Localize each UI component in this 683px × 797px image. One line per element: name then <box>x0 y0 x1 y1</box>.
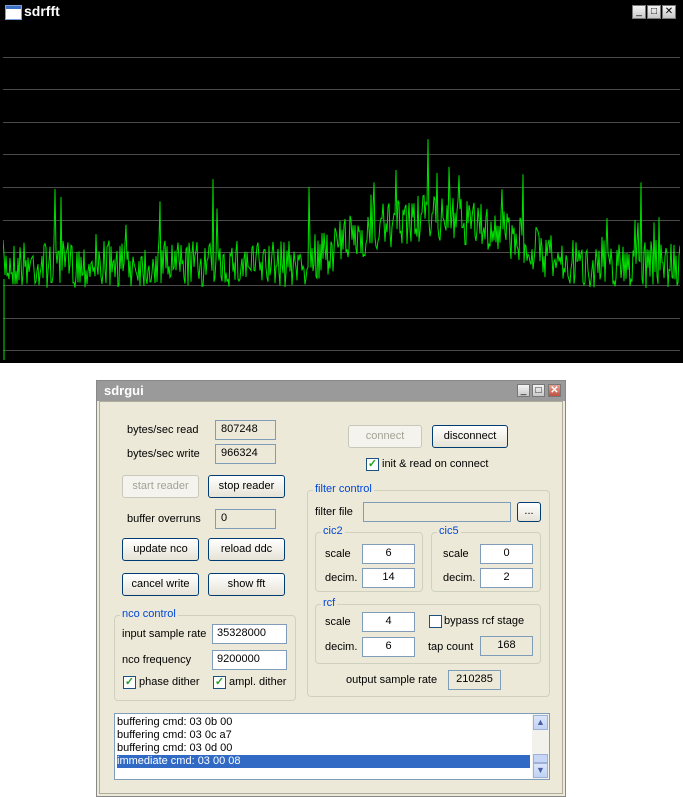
maximize-button[interactable]: □ <box>532 384 545 397</box>
output-sample-rate-label: output sample rate <box>346 674 438 686</box>
input-sample-rate-label: input sample rate <box>122 628 207 640</box>
filter-control-title: filter control <box>313 483 374 495</box>
tap-count-value: 168 <box>480 636 533 656</box>
log-line[interactable]: buffering cmd: 03 0b 00 <box>117 716 530 729</box>
cic2-decim-label: decim. <box>325 572 358 584</box>
cic5-title: cic5 <box>437 525 461 537</box>
rcf-scale-label: scale <box>325 616 351 628</box>
bytes-write-label: bytes/sec write <box>127 448 200 460</box>
cancel-write-button[interactable]: cancel write <box>122 573 199 596</box>
sdrgui-window-title: sdrgui <box>104 383 144 398</box>
buffer-overruns-value: 0 <box>215 509 276 529</box>
ampl-dither-label: ampl. dither <box>229 676 287 688</box>
cic5-scale-label: scale <box>443 548 469 560</box>
output-sample-rate-value: 210285 <box>448 670 501 690</box>
update-nco-button[interactable]: update nco <box>122 538 199 561</box>
bypass-rcf-checkbox[interactable] <box>429 615 442 628</box>
show-fft-button[interactable]: show fft <box>208 573 285 596</box>
fft-spectrum-plot <box>3 57 680 360</box>
reload-ddc-button[interactable]: reload ddc <box>208 538 285 561</box>
maximize-button[interactable]: □ <box>647 5 661 19</box>
log-line[interactable]: buffering cmd: 03 0c a7 <box>117 729 530 742</box>
browse-filter-button[interactable]: ... <box>517 502 541 522</box>
cic5-decim-label: decim. <box>443 572 476 584</box>
cic2-scale-label: scale <box>325 548 351 560</box>
cic2-decim-input[interactable]: 14 <box>362 568 415 588</box>
bytes-read-label: bytes/sec read <box>127 424 199 436</box>
cic5-decim-input[interactable]: 2 <box>480 568 533 588</box>
command-log-list[interactable]: buffering cmd: 03 0b 00 buffering cmd: 0… <box>114 713 550 780</box>
minimize-button[interactable]: _ <box>632 5 646 19</box>
init-read-checkbox[interactable]: ✓ <box>366 458 379 471</box>
sdrgui-window: sdrgui _ □ ✕ bytes/sec read 807248 bytes… <box>96 380 566 797</box>
nco-frequency-label: nco frequency <box>122 654 192 666</box>
fft-window-title: sdrfft <box>24 3 60 19</box>
start-reader-button[interactable]: start reader <box>122 475 199 498</box>
connect-button[interactable]: connect <box>348 425 422 448</box>
cic2-scale-input[interactable]: 6 <box>362 544 415 564</box>
cic5-scale-input[interactable]: 0 <box>480 544 533 564</box>
nco-frequency-input[interactable]: 9200000 <box>212 650 287 670</box>
filter-file-field[interactable] <box>363 502 511 522</box>
close-button[interactable]: ✕ <box>548 384 561 397</box>
bytes-read-value: 807248 <box>215 420 276 440</box>
window-app-icon <box>5 5 22 20</box>
scroll-up-arrow-icon[interactable]: ▲ <box>533 715 548 730</box>
filter-file-label: filter file <box>315 506 353 518</box>
phase-dither-label: phase dither <box>139 676 200 688</box>
stop-reader-button[interactable]: stop reader <box>208 475 285 498</box>
minimize-button[interactable]: _ <box>517 384 530 397</box>
init-read-label: init & read on connect <box>382 458 489 470</box>
scroll-down-arrow-icon[interactable]: ▼ <box>533 763 548 778</box>
close-button[interactable]: ✕ <box>662 5 676 19</box>
spectrum-trace <box>3 139 680 289</box>
cic2-title: cic2 <box>321 525 345 537</box>
nco-control-title: nco control <box>120 608 178 620</box>
rcf-title: rcf <box>321 597 338 609</box>
log-scrollbar[interactable]: ▲ ▼ <box>532 714 549 779</box>
tap-count-label: tap count <box>428 641 474 653</box>
fft-titlebar[interactable]: sdrfft _ □ ✕ <box>0 0 683 24</box>
sdrgui-client-area: bytes/sec read 807248 bytes/sec write 96… <box>99 401 563 794</box>
scroll-thumb[interactable] <box>533 754 548 763</box>
phase-dither-checkbox[interactable]: ✓ <box>123 676 136 689</box>
input-sample-rate-input[interactable]: 35328000 <box>212 624 287 644</box>
buffer-overruns-label: buffer overruns <box>127 513 201 525</box>
disconnect-button[interactable]: disconnect <box>432 425 508 448</box>
rcf-decim-input[interactable]: 6 <box>362 637 415 657</box>
sdrgui-titlebar[interactable]: sdrgui _ □ ✕ <box>97 381 565 401</box>
log-line[interactable]: buffering cmd: 03 0d 00 <box>117 742 530 755</box>
ampl-dither-checkbox[interactable]: ✓ <box>213 676 226 689</box>
bytes-write-value: 966324 <box>215 444 276 464</box>
fft-window: sdrfft _ □ ✕ <box>0 0 683 363</box>
bypass-rcf-label: bypass rcf stage <box>444 615 525 627</box>
rcf-scale-input[interactable]: 4 <box>362 612 415 632</box>
rcf-decim-label: decim. <box>325 641 358 653</box>
log-line-selected[interactable]: immediate cmd: 03 00 08 <box>117 755 530 768</box>
